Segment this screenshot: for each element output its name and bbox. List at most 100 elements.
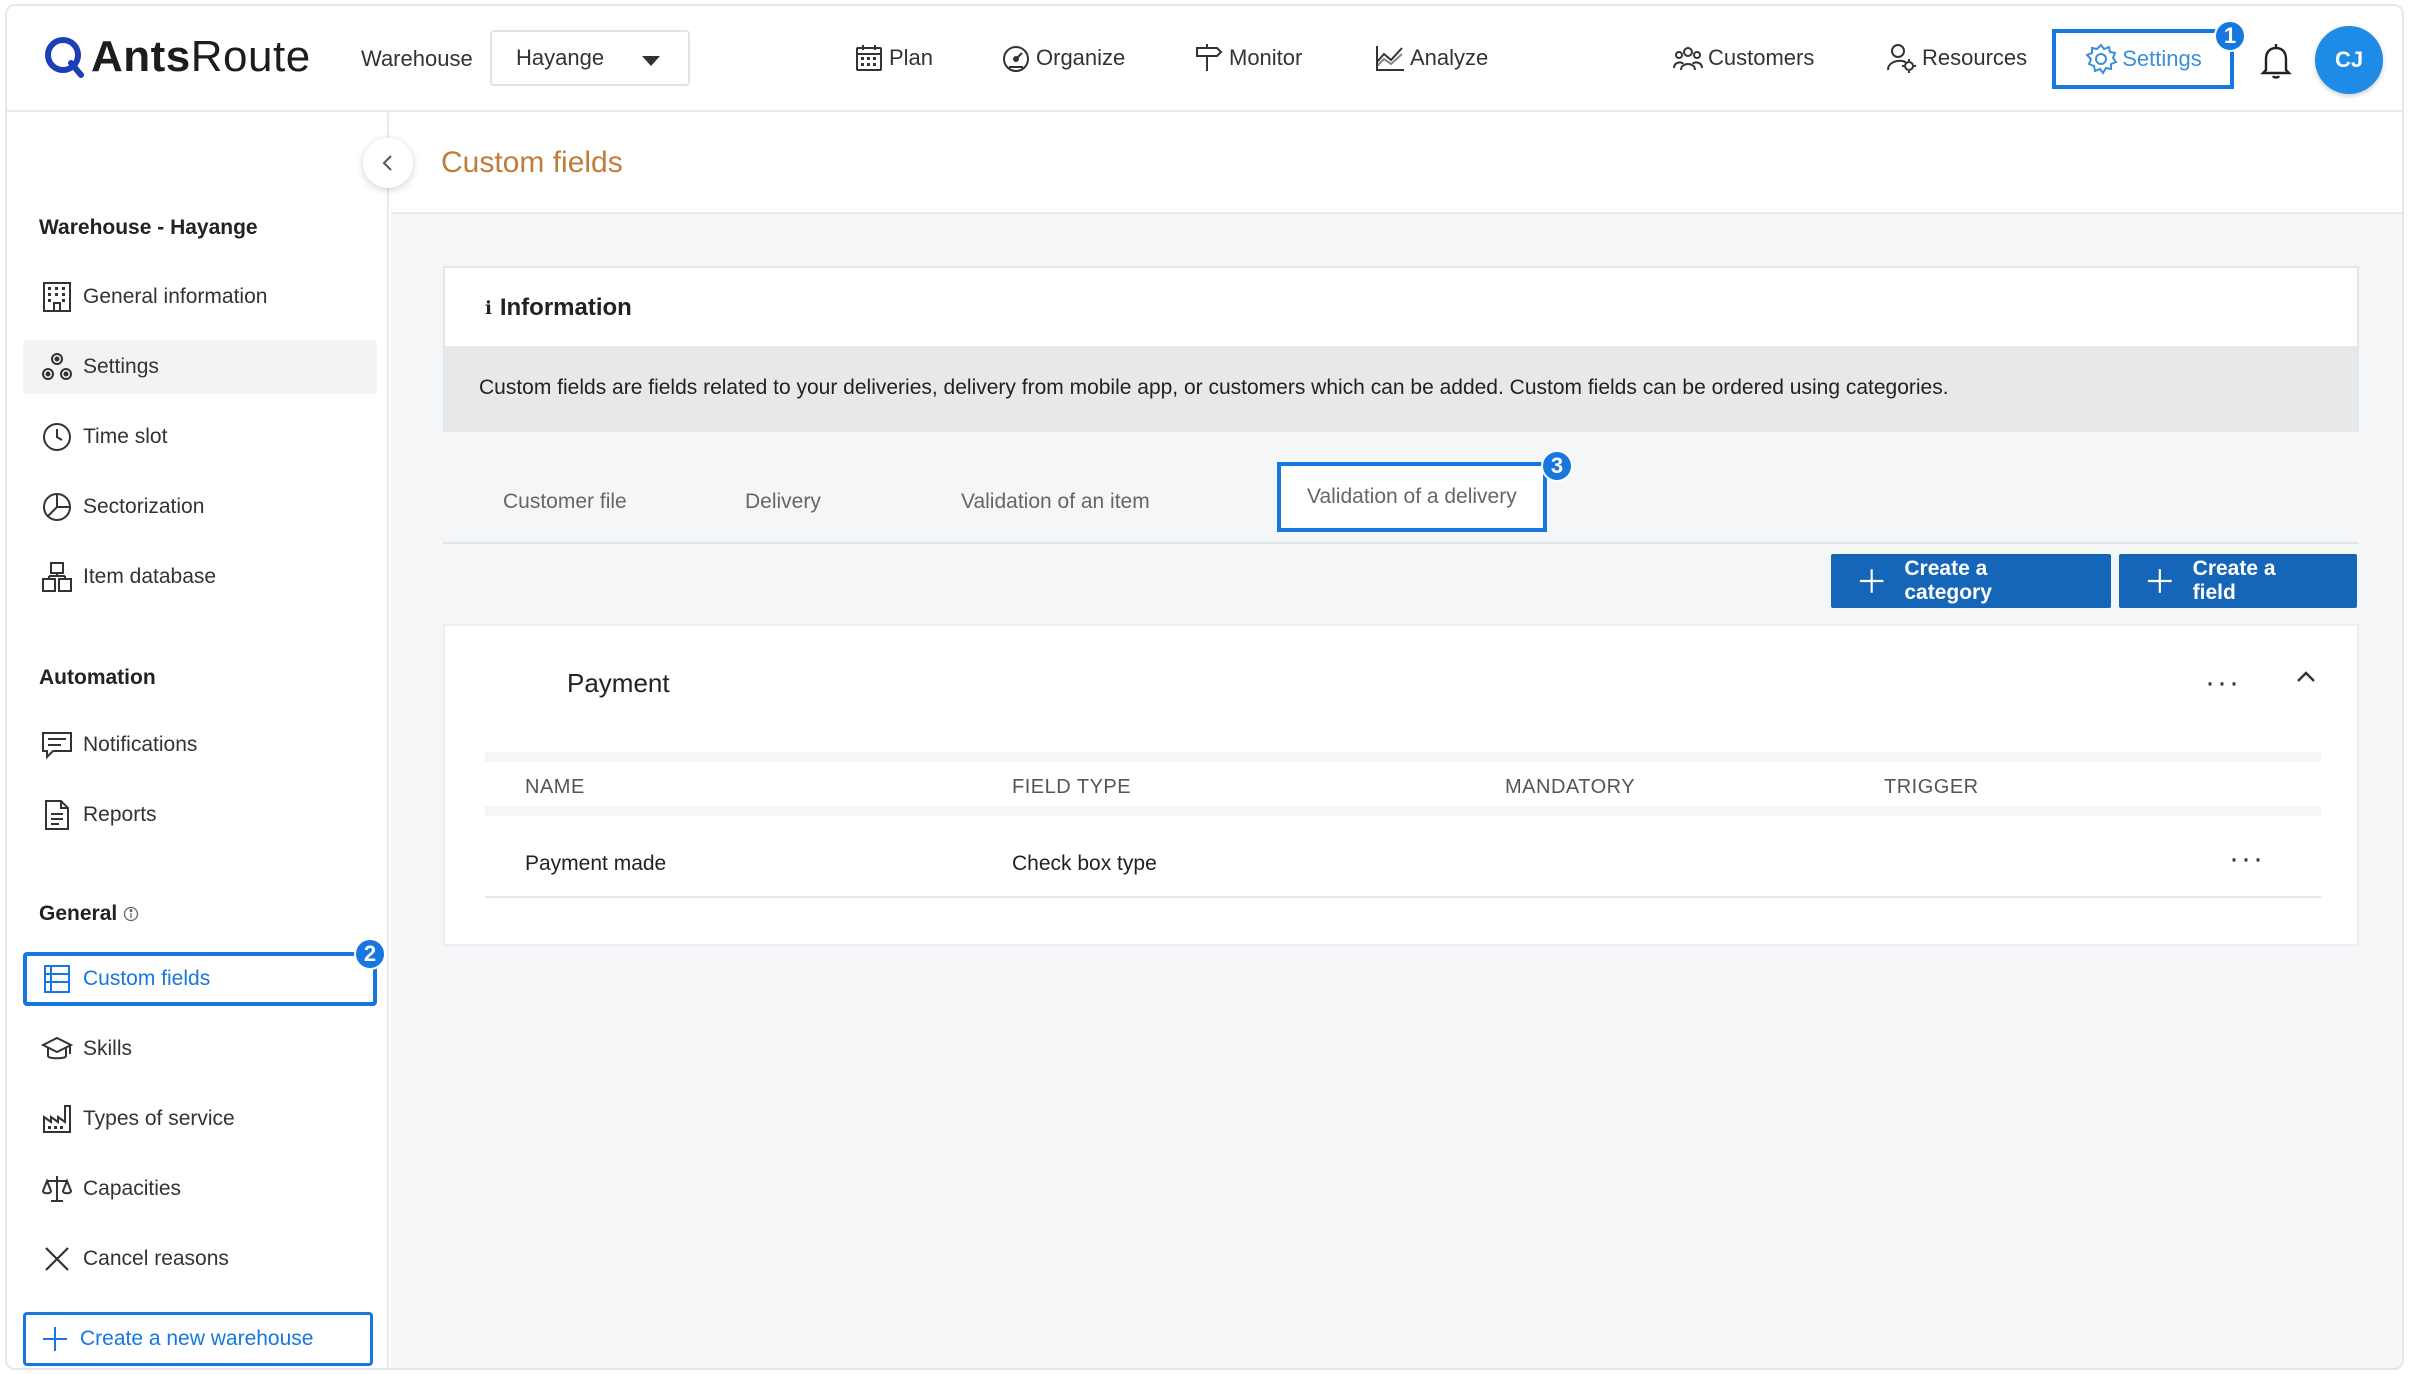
cell-field-type: Check box type [1012,852,1157,875]
nav-plan[interactable]: Plan [853,42,933,74]
create-warehouse-button[interactable]: Create a new warehouse [23,1312,373,1366]
chevron-down-icon [642,56,660,66]
nav-plan-label: Plan [889,45,934,70]
scale-icon [41,1176,73,1202]
sidebar-item-label: Sectorization [83,495,205,518]
logo[interactable]: AntsRoute [43,32,311,82]
sidebar-item-label: Skills [83,1037,133,1060]
warehouse-label: Warehouse [361,46,473,71]
row-more-icon[interactable]: ··· [2229,842,2265,876]
column-header-trigger: TRIGGER [1884,776,1979,798]
plus-icon [2147,569,2172,593]
tab-validation-of-an-item[interactable]: Validation of an item [961,490,1150,514]
info-circle-icon[interactable] [123,906,139,922]
pie-icon [43,493,71,521]
sidebar-item-label: Cancel reasons [83,1247,229,1270]
column-header-field-type: FIELD TYPE [1012,776,1132,798]
sidebar-section-warehouse: Warehouse - Hayange [39,216,258,239]
main-content: Custom fields ℹ Information Custom field… [391,112,2402,1368]
settings-cluster-icon [42,353,72,380]
boxes-icon [42,562,72,592]
sidebar-item-settings[interactable]: Settings [23,340,377,394]
nav-settings-label: Settings [2122,46,2202,71]
information-body: Custom fields are fields related to your… [445,346,2357,432]
warehouse-select-value: Hayange [516,45,605,70]
nav-analyze-label: Analyze [1410,45,1489,70]
sidebar-item-label: Custom fields [83,967,211,990]
sidebar-item-item-database[interactable]: Item database [23,550,377,604]
sidebar-item-types-of-service[interactable]: Types of service [23,1092,377,1146]
sidebar-item-notifications[interactable]: Notifications [23,718,377,772]
document-icon [45,800,69,830]
sidebar-item-label: Capacities [83,1177,182,1200]
sidebar: Warehouse - Hayange General information … [7,112,413,1368]
category-title: Payment [567,668,670,698]
information-title-text: Information [499,294,632,321]
create-field-button[interactable]: Create a field [2119,554,2357,608]
clock-icon [43,423,71,451]
nav-resources[interactable]: Resources [1886,42,2027,74]
chevron-left-icon [382,155,392,171]
nav-customers[interactable]: Customers [1672,42,1814,74]
sidebar-section-automation: Automation [39,666,156,689]
sidebar-item-cancel-reasons[interactable]: Cancel reasons [23,1232,377,1286]
sidebar-item-label: Reports [83,803,157,826]
create-category-label: Create a category [1904,557,1992,604]
tab-bar: Customer file Delivery Validation of an … [443,462,2359,544]
sidebar-item-general-information[interactable]: General information [23,270,377,324]
sidebar-item-label: Notifications [83,733,198,756]
chevron-up-icon[interactable] [2293,664,2319,690]
nav-organize[interactable]: Organize [1000,42,1125,74]
sidebar-section-general: General [39,902,139,926]
nav-analyze[interactable]: Analyze [1374,42,1488,74]
sidebar-item-reports[interactable]: Reports [23,788,377,842]
step-badge-2: 2 [354,938,386,970]
calendar-icon [856,45,882,71]
message-icon [42,732,72,760]
page-title: Custom fields [441,146,623,179]
plus-icon [1859,569,1884,593]
tab-validation-of-a-delivery[interactable]: Validation of a delivery [1277,462,1547,532]
column-header-name: NAME [525,776,585,798]
nav-resources-label: Resources [1922,45,2028,70]
plus-icon [43,1327,67,1351]
category-more-icon[interactable]: ··· [2205,666,2241,700]
sidebar-item-custom-fields[interactable]: Custom fields [23,952,377,1006]
warehouse-select[interactable]: Hayange [490,30,690,86]
users-icon [1673,47,1703,71]
chart-icon [1376,46,1404,71]
table-row[interactable]: Payment made Check box type ··· [485,826,2321,898]
sidebar-item-label: Types of service [83,1107,235,1130]
column-header-mandatory: MANDATORY [1505,776,1636,798]
sidebar-item-label: Settings [83,355,159,378]
graduation-cap-icon [41,1036,73,1060]
nav-customers-label: Customers [1708,45,1815,70]
information-title: ℹ Information [485,294,632,322]
user-avatar[interactable]: CJ [2315,26,2383,94]
list-icon [44,965,70,993]
signpost-icon [1196,44,1223,71]
step-badge-3: 3 [1541,450,1573,482]
collapse-sidebar-button[interactable] [363,138,413,188]
top-navigation: AntsRoute Warehouse Hayange Plan Organiz… [7,6,2402,112]
nav-organize-label: Organize [1036,45,1126,70]
nav-settings[interactable]: Settings [2052,29,2234,89]
sidebar-item-time-slot[interactable]: Time slot [23,410,377,464]
tab-customer-file[interactable]: Customer file [503,490,627,514]
bell-icon[interactable] [2259,42,2293,80]
building-icon [43,282,71,312]
sidebar-item-skills[interactable]: Skills [23,1022,377,1076]
app-window: AntsRoute Warehouse Hayange Plan Organiz… [5,4,2404,1370]
step-badge-1: 1 [2214,20,2246,52]
factory-icon [43,1105,71,1133]
logo-text: AntsRoute [91,32,311,81]
nav-monitor[interactable]: Monitor [1193,42,1302,74]
create-category-button[interactable]: Create a category [1831,554,2111,608]
tab-delivery[interactable]: Delivery [745,490,821,514]
sidebar-item-label: Item database [83,565,217,588]
sidebar-item-capacities[interactable]: Capacities [23,1162,377,1216]
sidebar-item-sectorization[interactable]: Sectorization [23,480,377,534]
information-card: ℹ Information Custom fields are fields r… [443,266,2359,432]
sidebar-item-label: Time slot [83,425,168,448]
gear-icon [2085,43,2118,75]
